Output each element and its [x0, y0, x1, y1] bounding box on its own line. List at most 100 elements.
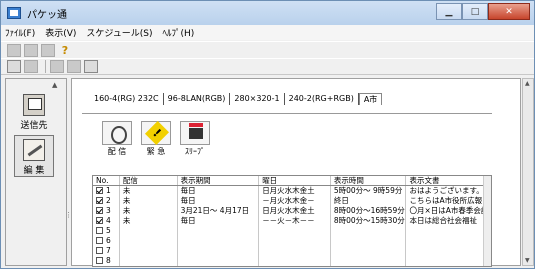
row-number-text: 4: [106, 216, 111, 225]
row-number: 1: [93, 186, 120, 196]
close-button[interactable]: ✕: [488, 3, 530, 20]
tab-160-4[interactable]: 160-4(RG) 232C: [90, 93, 164, 105]
minimize-button[interactable]: ▁: [436, 3, 462, 20]
main-scrollbar[interactable]: ▲ ▼: [522, 78, 534, 266]
row-weekday: [259, 256, 331, 266]
tab-280x320[interactable]: 280×320-1: [230, 93, 285, 105]
row-weekday: [259, 236, 331, 246]
display-icon[interactable]: [7, 60, 21, 73]
print-icon[interactable]: [84, 60, 98, 73]
menu-view[interactable]: 表示(V): [45, 26, 76, 39]
row-number-text: 2: [106, 196, 111, 205]
row-weekday: 日月火水木金土: [259, 186, 331, 196]
edit-pen-icon: [23, 139, 45, 161]
table-scrollbar[interactable]: [483, 176, 491, 266]
row-checkbox[interactable]: [96, 237, 103, 244]
tab-96-8lan[interactable]: 96-8LAN(RGB): [164, 93, 231, 105]
row-checkbox[interactable]: [96, 187, 103, 194]
left-panel: ▲ 送信先 編 集 ⋮: [5, 78, 72, 266]
menu-schedule[interactable]: スケジュール(S): [86, 26, 152, 39]
row-weekday: [259, 226, 331, 236]
row-time-text: 8時00分～16時59分: [333, 206, 405, 215]
row-number-text: 3: [106, 206, 111, 215]
row-document: 本日は総合社会福祉: [406, 216, 491, 226]
sleep-button[interactable]: ｽﾘｰﾌﾟ: [178, 121, 212, 157]
action-buttons: 配 信 緊 急 ｽﾘｰﾌﾟ: [100, 121, 217, 157]
save-icon[interactable]: [41, 43, 55, 57]
table-row[interactable]: 6: [93, 236, 491, 246]
row-document-text: 本日は総合社会福祉: [409, 216, 477, 225]
row-document: [406, 256, 491, 266]
scroll-down-arrow-icon[interactable]: ▼: [525, 257, 530, 264]
row-checkbox[interactable]: [96, 227, 103, 234]
table-row[interactable]: 8: [93, 256, 491, 266]
row-checkbox[interactable]: [96, 257, 103, 264]
row-time-text: 5時00分～ 9時59分: [333, 186, 403, 195]
settings-icon[interactable]: [67, 60, 81, 73]
tab-240-2[interactable]: 240-2(RG+RGB): [285, 93, 359, 105]
table-body: 1 未毎日 日月火水木金土 5時00分～ 9時59分 おはようございます。 2 未毎日 －月火…: [93, 186, 491, 266]
row-document: おはようございます。: [406, 186, 491, 196]
row-time: 5時00分～ 9時59分: [331, 186, 407, 196]
row-period: 毎日: [178, 196, 260, 206]
table-row[interactable]: 4 未 毎日 －－火－木－－ 8時00分～15時30分 本日は総合社会福祉: [93, 216, 491, 226]
menu-file[interactable]: ﾌｧｲﾙ(F): [5, 26, 35, 39]
header-delivery[interactable]: 配信: [120, 176, 178, 185]
destination-label: 送信先: [20, 121, 48, 131]
sync-icon[interactable]: [50, 60, 64, 73]
row-time: [331, 256, 407, 266]
maximize-button[interactable]: □: [462, 3, 488, 20]
row-weekday-text: －－火－木－－: [262, 216, 315, 225]
row-weekday-text: －月火水木金－: [262, 196, 315, 205]
scroll-up-icon[interactable]: ▲: [52, 81, 57, 89]
header-no[interactable]: No.: [93, 176, 120, 185]
row-number: 2: [93, 196, 120, 206]
table-row[interactable]: 3 未 3月21日～ 4月17日 日月火水木金土 8時00分～16時59分 〇月×日はA市…: [93, 206, 491, 216]
row-number-text: 5: [106, 226, 111, 235]
row-document: [406, 226, 491, 236]
new-icon[interactable]: [7, 43, 21, 57]
help-icon[interactable]: ?: [58, 44, 72, 57]
caption-buttons: ▁ □ ✕: [436, 3, 530, 20]
toolbar-main: ?: [1, 41, 534, 58]
row-weekday: [259, 246, 331, 256]
row-number-text: 7: [106, 246, 111, 255]
row-number: 7: [93, 246, 120, 256]
table-row[interactable]: 5: [93, 226, 491, 236]
main-area: 160-4(RG) 232C 96-8LAN(RGB) 280×320-1 24…: [71, 78, 521, 267]
header-period[interactable]: 表示期間: [178, 176, 260, 185]
edit-icon[interactable]: [24, 60, 38, 73]
row-delivery: 未: [120, 186, 178, 196]
emergency-button[interactable]: 緊 急: [139, 121, 173, 157]
row-period-text: 毎日: [180, 216, 196, 225]
table-row[interactable]: 2 未 毎日 －月火水木金－ 終日 こちらはA市役所広報: [93, 196, 491, 206]
menu-help[interactable]: ﾍﾙﾌﾟ(H): [163, 26, 195, 39]
row-delivery: 未: [120, 206, 178, 216]
row-time: 8時00分～16時59分: [331, 206, 407, 216]
header-weekday[interactable]: 曜日: [259, 176, 331, 185]
row-delivery: [120, 236, 178, 246]
table-header: No. 配信 表示期間 曜日 表示時間 表示文書: [93, 176, 491, 186]
table-row[interactable]: 7: [93, 246, 491, 256]
row-checkbox[interactable]: [96, 207, 103, 214]
row-period: 3月21日～ 4月17日: [178, 206, 260, 216]
row-weekday: －－火－木－－: [259, 216, 331, 226]
row-checkbox[interactable]: [96, 217, 103, 224]
row-document-text: 〇月×日はA市春季会議: [409, 206, 489, 215]
header-document[interactable]: 表示文書: [406, 176, 491, 185]
row-time-text: 8時00分～15時30分: [333, 216, 405, 225]
scroll-up-arrow-icon[interactable]: ▲: [525, 80, 530, 87]
row-number: 6: [93, 236, 120, 246]
edit-button[interactable]: 編 集: [14, 135, 54, 177]
row-period: [178, 256, 260, 266]
deliver-button[interactable]: 配 信: [100, 121, 134, 157]
table-row[interactable]: 1 未 毎日 日月火水木金土 5時00分～ 9時59分 おはようございます。: [93, 186, 491, 196]
sleep-icon: [180, 121, 210, 145]
header-time[interactable]: 表示時間: [331, 176, 407, 185]
tab-a-city[interactable]: A市: [358, 93, 383, 105]
toolbar-separator: [45, 60, 46, 73]
destination-button[interactable]: 送信先: [14, 91, 54, 133]
row-checkbox[interactable]: [96, 197, 103, 204]
row-checkbox[interactable]: [96, 247, 103, 254]
open-icon[interactable]: [24, 43, 38, 57]
